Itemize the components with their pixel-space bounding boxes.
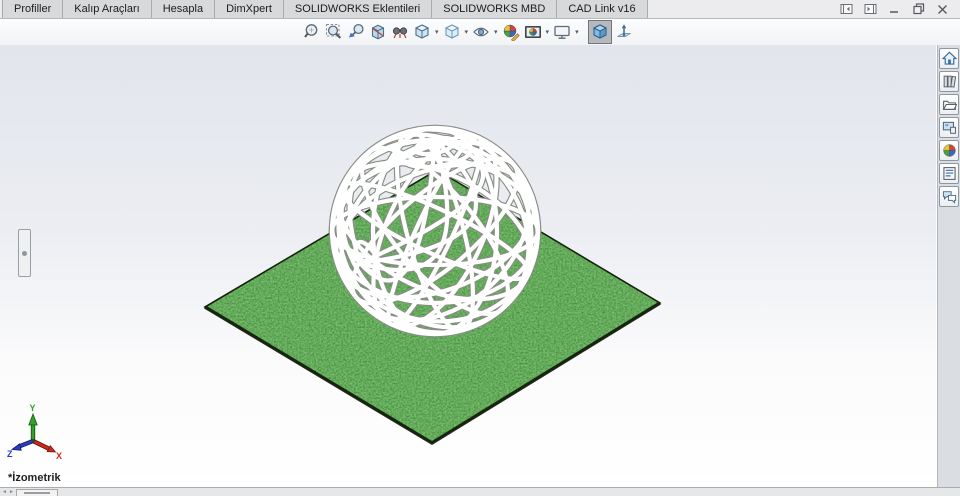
file-explorer-button[interactable]: [939, 94, 959, 115]
tab-dimxpert[interactable]: DimXpert: [215, 0, 284, 18]
tab-scroll-next-icon[interactable]: ►: [9, 490, 14, 495]
window-controls: [839, 1, 950, 17]
view-palette-button[interactable]: [939, 117, 959, 138]
apply-scene-icon[interactable]: [523, 22, 543, 42]
reference-triad: Y X Z: [7, 403, 62, 461]
speech-bubbles-icon: [942, 191, 956, 204]
minimize-icon[interactable]: [887, 2, 902, 16]
home-icon: [941, 51, 957, 65]
collapsed-panel-tab[interactable]: [18, 229, 31, 277]
model-scene: [203, 45, 662, 446]
tab-solidworks-mbd[interactable]: SOLIDWORKS MBD: [432, 0, 558, 18]
appearances-scenes-button[interactable]: [939, 140, 959, 161]
triad-y-axis: [28, 412, 38, 441]
view-settings-caret-icon[interactable]: ▾: [575, 29, 579, 36]
restore-down-icon[interactable]: [911, 2, 926, 16]
folder-icon: [942, 100, 957, 110]
tab-scroll-prev-icon[interactable]: ◄: [2, 490, 7, 495]
toggle-pane-left-icon[interactable]: [839, 2, 854, 16]
display-style-caret-icon[interactable]: ▾: [465, 29, 469, 36]
hide-show-items-caret-icon[interactable]: ▾: [494, 29, 498, 36]
command-manager-tab-bar: Profiller Kalıp Araçları Hesapla DimXper…: [0, 0, 960, 19]
toggle-pane-right-icon[interactable]: [863, 2, 878, 16]
monitor-palette-icon: [942, 121, 956, 134]
solidworks-resources-button[interactable]: [939, 48, 959, 69]
triad-origin: [31, 439, 35, 443]
books-icon: [943, 75, 956, 88]
graphics-area[interactable]: Y X Z *İzometrik: [0, 45, 936, 487]
hide-show-items-icon[interactable]: [471, 22, 491, 42]
view-settings-icon[interactable]: [552, 22, 572, 42]
tab-hesapla[interactable]: Hesapla: [151, 0, 216, 18]
display-style-icon[interactable]: [442, 22, 462, 42]
dynamic-annotation-views-icon[interactable]: [390, 22, 410, 42]
triad-y-label: Y: [30, 403, 36, 413]
normal-to-icon[interactable]: [614, 22, 634, 42]
tab-kalip-araclari[interactable]: Kalıp Araçları: [63, 0, 152, 18]
color-ball-icon: [942, 144, 956, 157]
view-orientation-icon[interactable]: [412, 22, 432, 42]
tab-cad-link-v16[interactable]: CAD Link v16: [557, 0, 648, 18]
3d-drawing-view-button[interactable]: [587, 20, 612, 44]
zoom-to-fit-icon[interactable]: [302, 22, 322, 42]
tab-solidworks-eklentileri[interactable]: SOLIDWORKS Eklentileri: [283, 0, 433, 18]
heads-up-toolbar: ▾ ▾ ▾ ▾ ▾: [0, 19, 960, 45]
view-orientation-label: *İzometrik: [8, 472, 61, 484]
triad-z-axis: [10, 438, 34, 451]
edit-appearance-icon[interactable]: [501, 22, 521, 42]
section-view-icon[interactable]: [368, 22, 388, 42]
triad-x-label: X: [56, 451, 62, 461]
collapsed-panel-handle-icon: [22, 250, 27, 256]
design-library-button[interactable]: [939, 71, 959, 92]
triad-x-axis: [32, 439, 57, 453]
tab-profiller[interactable]: Profiller: [2, 0, 64, 18]
zoom-to-area-icon[interactable]: [324, 22, 344, 42]
form-list-icon: [942, 167, 956, 180]
triad-z-label: Z: [7, 449, 13, 459]
custom-properties-button[interactable]: [939, 163, 959, 184]
previous-view-icon[interactable]: [346, 22, 366, 42]
view-orientation-caret-icon[interactable]: ▾: [435, 29, 439, 36]
apply-scene-caret-icon[interactable]: ▾: [546, 29, 550, 36]
solidworks-forum-button[interactable]: [939, 186, 959, 207]
close-icon[interactable]: [935, 2, 950, 16]
task-pane-strip: [937, 45, 960, 487]
